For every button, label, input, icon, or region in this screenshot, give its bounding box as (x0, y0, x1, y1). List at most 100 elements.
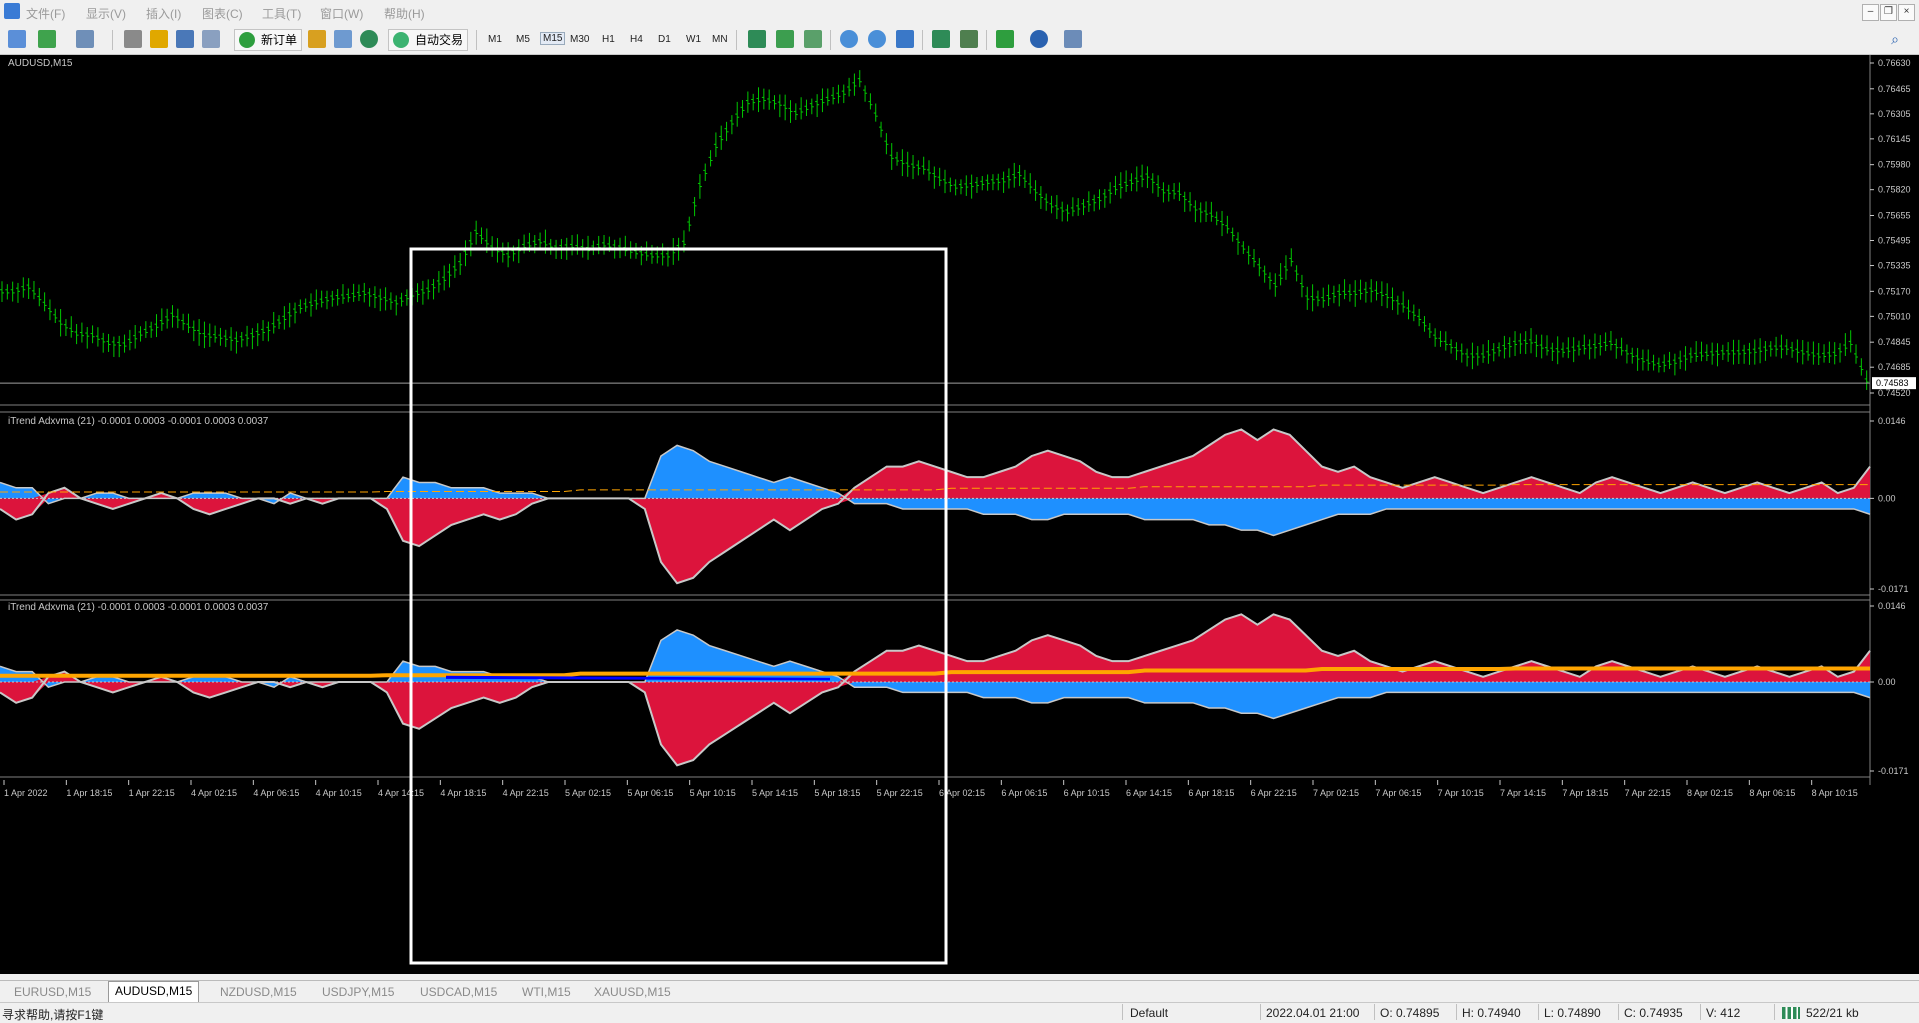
timeframe-h4[interactable]: H4 (630, 34, 643, 45)
indicator-axis-label: 0.0146 (1878, 601, 1906, 611)
time-axis-label: 5 Apr 02:15 (565, 788, 611, 798)
chart-canvas[interactable]: 0.76630 0.76465 0.76305 0.76145 0.75980 0.758… (0, 55, 1919, 974)
status-separator (1260, 1004, 1261, 1020)
auto-scroll-icon[interactable] (932, 30, 950, 48)
chart-tabs: EURUSD,M15 AUDUSD,M15 NZDUSD,M15 USDJPY,… (0, 980, 1919, 1003)
zoom-in-icon[interactable] (840, 30, 858, 48)
status-separator (1456, 1004, 1457, 1020)
tab-audusd[interactable]: AUDUSD,M15 (108, 981, 200, 1002)
price-axis-label: 0.76465 (1878, 84, 1911, 94)
search-icon[interactable]: ⌕ (1886, 30, 1904, 48)
price-axis-label: 0.75335 (1878, 261, 1911, 271)
time-axis-label: 5 Apr 18:15 (814, 788, 860, 798)
status-close: C: 0.74935 (1624, 1006, 1683, 1020)
bull-area-negative (0, 681, 1870, 766)
indicator-label-1: iTrend Adxvma (21) -0.0001 0.0003 -0.000… (8, 416, 269, 427)
price-axis-label: 0.75170 (1878, 286, 1911, 296)
connection-icon (1782, 1007, 1800, 1019)
new-chart-icon[interactable] (8, 30, 26, 48)
menu-tools[interactable]: 工具(T) (262, 5, 301, 22)
time-axis-label: 4 Apr 10:15 (316, 788, 362, 798)
time-axis-label: 4 Apr 18:15 (440, 788, 486, 798)
indicators-icon[interactable] (996, 30, 1014, 48)
auto-trading-button[interactable]: 自动交易 (388, 29, 469, 51)
profiles-icon[interactable] (38, 30, 56, 48)
timeframe-m30[interactable]: M30 (570, 34, 589, 45)
chart-shift-icon[interactable] (960, 30, 978, 48)
time-axis-label: 8 Apr 02:15 (1687, 788, 1733, 798)
timeframe-mn[interactable]: MN (712, 34, 728, 45)
tab-eurusd[interactable]: EURUSD,M15 (8, 983, 97, 1001)
timeframe-w1[interactable]: W1 (686, 34, 701, 45)
terminal-icon[interactable] (176, 30, 194, 48)
menu-help[interactable]: 帮助(H) (384, 5, 425, 22)
tab-usdjpy[interactable]: USDJPY,M15 (316, 983, 400, 1001)
tab-wti[interactable]: WTI,M15 (516, 983, 577, 1001)
toolbar-separator (830, 30, 831, 50)
bar-chart-icon[interactable] (748, 30, 766, 48)
toolbar: 新订单 自动交易 M1 M5 M15 M30 H1 H4 D1 W1 MN ⌕ (0, 24, 1919, 55)
tab-nzdusd[interactable]: NZDUSD,M15 (214, 983, 303, 1001)
menu-window[interactable]: 窗口(W) (320, 5, 363, 22)
price-axis-label: 0.75010 (1878, 311, 1911, 321)
close-icon[interactable]: × (1898, 4, 1915, 21)
timeframe-m1[interactable]: M1 (488, 34, 502, 45)
timeframe-d1[interactable]: D1 (658, 34, 671, 45)
tile-windows-icon[interactable] (896, 30, 914, 48)
timeframe-h1[interactable]: H1 (602, 34, 615, 45)
time-axis-label: 6 Apr 18:15 (1188, 788, 1234, 798)
new-order-icon (239, 32, 255, 48)
status-profile: Default (1130, 1006, 1169, 1020)
time-axis-label: 1 Apr 22:15 (129, 788, 175, 798)
time-axis-label: 1 Apr 18:15 (66, 788, 112, 798)
price-axis-label: 0.74685 (1878, 362, 1911, 372)
periodicity-icon[interactable] (1030, 30, 1048, 48)
timeframe-m5[interactable]: M5 (516, 34, 530, 45)
status-high: H: 0.74940 (1462, 1006, 1521, 1020)
tab-usdcad[interactable]: USDCAD,M15 (414, 983, 503, 1001)
market-icon[interactable] (360, 30, 378, 48)
crosshair-icon[interactable] (124, 30, 142, 48)
time-axis-label: 5 Apr 06:15 (627, 788, 673, 798)
zoom-out-icon[interactable] (868, 30, 886, 48)
new-order-button[interactable]: 新订单 (234, 29, 303, 51)
timeframe-m15[interactable]: M15 (540, 32, 566, 45)
candlestick-icon[interactable] (776, 30, 794, 48)
bull-area-negative (0, 498, 1870, 584)
templates-icon[interactable] (1064, 30, 1082, 48)
time-axis-label: 1 Apr 2022 (4, 788, 48, 798)
minimize-icon[interactable]: – (1862, 4, 1879, 21)
time-axis-label: 5 Apr 10:15 (690, 788, 736, 798)
menu-file[interactable]: 文件(F) (26, 5, 65, 22)
time-axis-label: 6 Apr 10:15 (1064, 788, 1110, 798)
toolbar-separator (922, 30, 923, 50)
price-axis-label: 0.75820 (1878, 185, 1911, 195)
toolbar-separator (736, 30, 737, 50)
indicator-axis-label: 0.00 (1878, 493, 1896, 503)
metaeditor-icon[interactable] (308, 30, 326, 48)
auto-trading-icon (393, 32, 409, 48)
menu-view[interactable]: 显示(V) (86, 5, 126, 22)
line-chart-icon[interactable] (804, 30, 822, 48)
navigator-icon[interactable] (150, 30, 168, 48)
tab-xauusd[interactable]: XAUUSD,M15 (588, 983, 677, 1001)
time-axis-label: 7 Apr 10:15 (1438, 788, 1484, 798)
time-axis-label: 7 Apr 22:15 (1625, 788, 1671, 798)
tester-icon[interactable] (202, 30, 220, 48)
signals-icon[interactable] (334, 30, 352, 48)
menu-insert[interactable]: 插入(I) (146, 5, 181, 22)
restore-icon[interactable]: ❐ (1880, 4, 1897, 21)
status-separator (1122, 1004, 1123, 1020)
new-order-label: 新订单 (261, 33, 298, 47)
time-axis-label: 4 Apr 14:15 (378, 788, 424, 798)
status-volume: V: 412 (1706, 1006, 1741, 1020)
status-help: 寻求帮助,请按F1键 (2, 1008, 104, 1022)
market-watch-icon[interactable] (76, 30, 94, 48)
menu-charts[interactable]: 图表(C) (202, 5, 243, 22)
price-axis-label: 0.74520 (1878, 388, 1911, 398)
chart-window[interactable]: 0.76630 0.76465 0.76305 0.76145 0.75980 0.758… (0, 55, 1919, 974)
time-axis-label: 6 Apr 14:15 (1126, 788, 1172, 798)
status-separator (1700, 1004, 1701, 1020)
indicator-axis-label: -0.0171 (1878, 584, 1909, 594)
auto-trading-label: 自动交易 (415, 33, 464, 47)
